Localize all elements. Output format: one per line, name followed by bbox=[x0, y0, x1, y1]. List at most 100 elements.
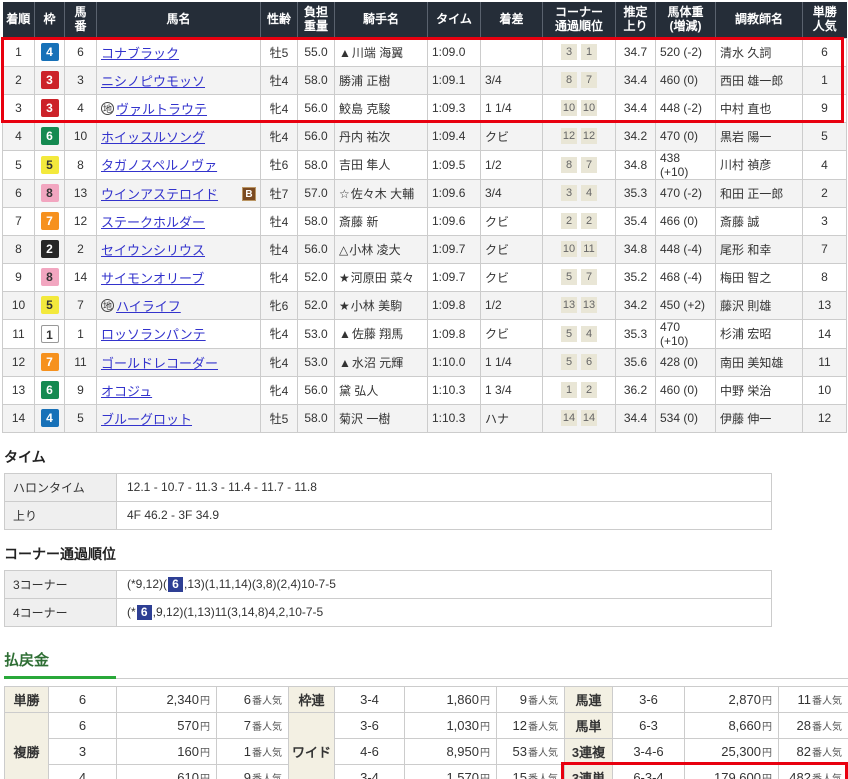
payout-row: 複勝6570円7番人気ワイド3-61,030円12番人気馬単6-38,660円2… bbox=[5, 712, 848, 738]
apprentice-mark: △ bbox=[339, 243, 348, 257]
finish-position: 14 bbox=[3, 404, 35, 432]
trainer-name-link[interactable]: 梅田 智之 bbox=[720, 271, 771, 285]
sex-age: 牝4 bbox=[261, 122, 298, 150]
finish-position: 6 bbox=[3, 179, 35, 207]
popularity-unit-label: 番人気 bbox=[252, 748, 282, 759]
horse-number: 13 bbox=[65, 179, 97, 207]
win-popularity: 3 bbox=[803, 207, 847, 235]
trainer-name-link[interactable]: 和田 正一郎 bbox=[720, 187, 783, 201]
horse-name-link[interactable]: ホイッスルソング bbox=[101, 127, 205, 146]
trainer-name-link[interactable]: 川村 禎彦 bbox=[720, 158, 771, 172]
corner-row-label: 3コーナー bbox=[5, 570, 117, 598]
trainer-cell: 尾形 和幸 bbox=[716, 235, 803, 263]
payout-title-underline bbox=[4, 676, 848, 679]
sex-age: 牡6 bbox=[261, 150, 298, 179]
horse-weight: 470 (+10) bbox=[656, 319, 716, 348]
margin: クビ bbox=[481, 207, 543, 235]
margin: クビ bbox=[481, 122, 543, 150]
jockey-name-link[interactable]: 勝浦 正樹 bbox=[339, 74, 390, 88]
frame-number-badge: 8 bbox=[41, 268, 59, 286]
trainer-name-link[interactable]: 藤沢 則雄 bbox=[720, 299, 771, 313]
corner-order-cell: 12 bbox=[543, 376, 616, 404]
trainer-name-link[interactable]: 斎藤 誠 bbox=[720, 215, 759, 229]
horse-name-cell: ホイッスルソング bbox=[97, 122, 261, 150]
horse-name-link[interactable]: セイウンシリウス bbox=[101, 240, 205, 259]
sex-age: 牡5 bbox=[261, 404, 298, 432]
horse-name-link[interactable]: ハイライフ bbox=[116, 296, 181, 315]
win-popularity: 9 bbox=[803, 94, 847, 122]
finish-time: 1:09.1 bbox=[428, 66, 481, 94]
jockey-name-link[interactable]: 鮫島 克駿 bbox=[339, 102, 390, 116]
payout-amount-number: 8,950 bbox=[446, 744, 479, 759]
corner-order-prefix: (*9,12)( bbox=[127, 577, 167, 591]
horse-weight: 450 (+2) bbox=[656, 291, 716, 319]
yen-unit-label: 円 bbox=[480, 696, 490, 707]
trainer-name-link[interactable]: 中野 栄治 bbox=[720, 384, 771, 398]
horse-name-link[interactable]: ヴァルトラウテ bbox=[116, 99, 207, 118]
last-3f-time: 34.4 bbox=[616, 404, 656, 432]
jockey-name-link[interactable]: 水沼 元輝 bbox=[352, 356, 403, 370]
jockey-name-link[interactable]: 佐々木 大輔 bbox=[351, 187, 414, 201]
jockey-cell: ▲川端 海翼 bbox=[335, 38, 428, 66]
horse-number: 10 bbox=[65, 122, 97, 150]
frame-number-badge: 2 bbox=[41, 240, 59, 258]
trainer-cell: 清水 久詞 bbox=[716, 38, 803, 66]
payout-popularity: 7番人気 bbox=[217, 712, 289, 738]
win-popularity: 2 bbox=[803, 179, 847, 207]
jockey-name-link[interactable]: 斎藤 新 bbox=[339, 215, 378, 229]
trainer-name-link[interactable]: 清水 久詞 bbox=[720, 46, 771, 60]
column-header: 枠 bbox=[35, 2, 65, 38]
horse-name-link[interactable]: コナブラック bbox=[101, 43, 179, 62]
horse-name-link[interactable]: ゴールドレコーダー bbox=[101, 353, 218, 372]
jockey-name-link[interactable]: 河原田 菜々 bbox=[351, 271, 414, 285]
horse-name-link[interactable]: オコジュ bbox=[101, 381, 152, 400]
horse-weight: 448 (-2) bbox=[656, 94, 716, 122]
trainer-name-link[interactable]: 伊藤 伸一 bbox=[720, 412, 771, 426]
jockey-name-link[interactable]: 吉田 隼人 bbox=[339, 158, 390, 172]
trainer-name-link[interactable]: 杉浦 宏昭 bbox=[720, 327, 771, 341]
yen-unit-label: 円 bbox=[762, 696, 772, 707]
payout-amount: 1,570円 bbox=[405, 764, 497, 779]
trainer-name-link[interactable]: 尾形 和幸 bbox=[720, 243, 771, 257]
popularity-unit-label: 番人気 bbox=[528, 696, 558, 707]
blinker-icon: B bbox=[242, 187, 256, 201]
horse-name-link[interactable]: サイモンオリーブ bbox=[101, 268, 204, 287]
horse-name-link[interactable]: ウインアステロイド bbox=[101, 184, 218, 203]
lap-row: ハロンタイム12.1 - 10.7 - 11.3 - 11.4 - 11.7 -… bbox=[5, 473, 772, 501]
corner-order-cell: 31 bbox=[543, 38, 616, 66]
horse-name-link[interactable]: ステークホルダー bbox=[101, 212, 205, 231]
horse-weight: 470 (-2) bbox=[656, 179, 716, 207]
jockey-name-link[interactable]: 川端 海翼 bbox=[352, 46, 403, 60]
jockey-name-link[interactable]: 丹内 祐次 bbox=[339, 130, 390, 144]
jockey-name-link[interactable]: 小林 美駒 bbox=[351, 299, 402, 313]
horse-number: 7 bbox=[65, 291, 97, 319]
jockey-name-link[interactable]: 佐藤 翔馬 bbox=[352, 327, 403, 341]
trainer-name-link[interactable]: 中村 直也 bbox=[720, 102, 771, 116]
horse-name-link[interactable]: タガノスペルノヴァ bbox=[101, 155, 217, 174]
local-horse-icon: 地 bbox=[101, 299, 114, 312]
horse-name-link[interactable]: ブルーグロット bbox=[101, 409, 192, 428]
jockey-name-link[interactable]: 黛 弘人 bbox=[339, 384, 378, 398]
jockey-name-link[interactable]: 小林 凌大 bbox=[349, 243, 400, 257]
horse-name-link[interactable]: ニシノピウモッソ bbox=[101, 71, 205, 90]
last-3f-time: 35.6 bbox=[616, 348, 656, 376]
payout-section-title: 払戻金 bbox=[4, 649, 846, 670]
corner-row: 4コーナー(*6,9,12)(1,13)11(3,14,8)4,2,10-7-5 bbox=[5, 598, 772, 626]
horse-name-link[interactable]: ロッソランパンテ bbox=[101, 324, 206, 343]
trainer-name-link[interactable]: 黒岩 陽一 bbox=[720, 130, 771, 144]
frame-number-badge: 3 bbox=[41, 99, 59, 117]
payout-amount: 179,600円 bbox=[685, 764, 779, 779]
corner-order-table: 3コーナー(*9,12)(6,13)(1,11,14)(3,8)(2,4)10-… bbox=[4, 570, 772, 627]
carried-weight: 58.0 bbox=[298, 66, 335, 94]
trainer-name-link[interactable]: 西田 雄一郎 bbox=[720, 74, 783, 88]
last-3f-time: 34.2 bbox=[616, 122, 656, 150]
bet-type-label: 3連複 bbox=[565, 738, 613, 764]
trainer-name-link[interactable]: 南田 美知雄 bbox=[720, 356, 783, 370]
frame-cell: 2 bbox=[35, 235, 65, 263]
payout-amount-number: 25,300 bbox=[721, 744, 761, 759]
frame-number-badge: 4 bbox=[41, 43, 59, 61]
sex-age: 牝4 bbox=[261, 94, 298, 122]
lap-row-value: 12.1 - 10.7 - 11.3 - 11.4 - 11.7 - 11.8 bbox=[117, 473, 772, 501]
jockey-name-link[interactable]: 菊沢 一樹 bbox=[339, 412, 390, 426]
result-row: 7712ステークホルダー牡458.0斎藤 新1:09.6クビ2235.4466 … bbox=[3, 207, 847, 235]
